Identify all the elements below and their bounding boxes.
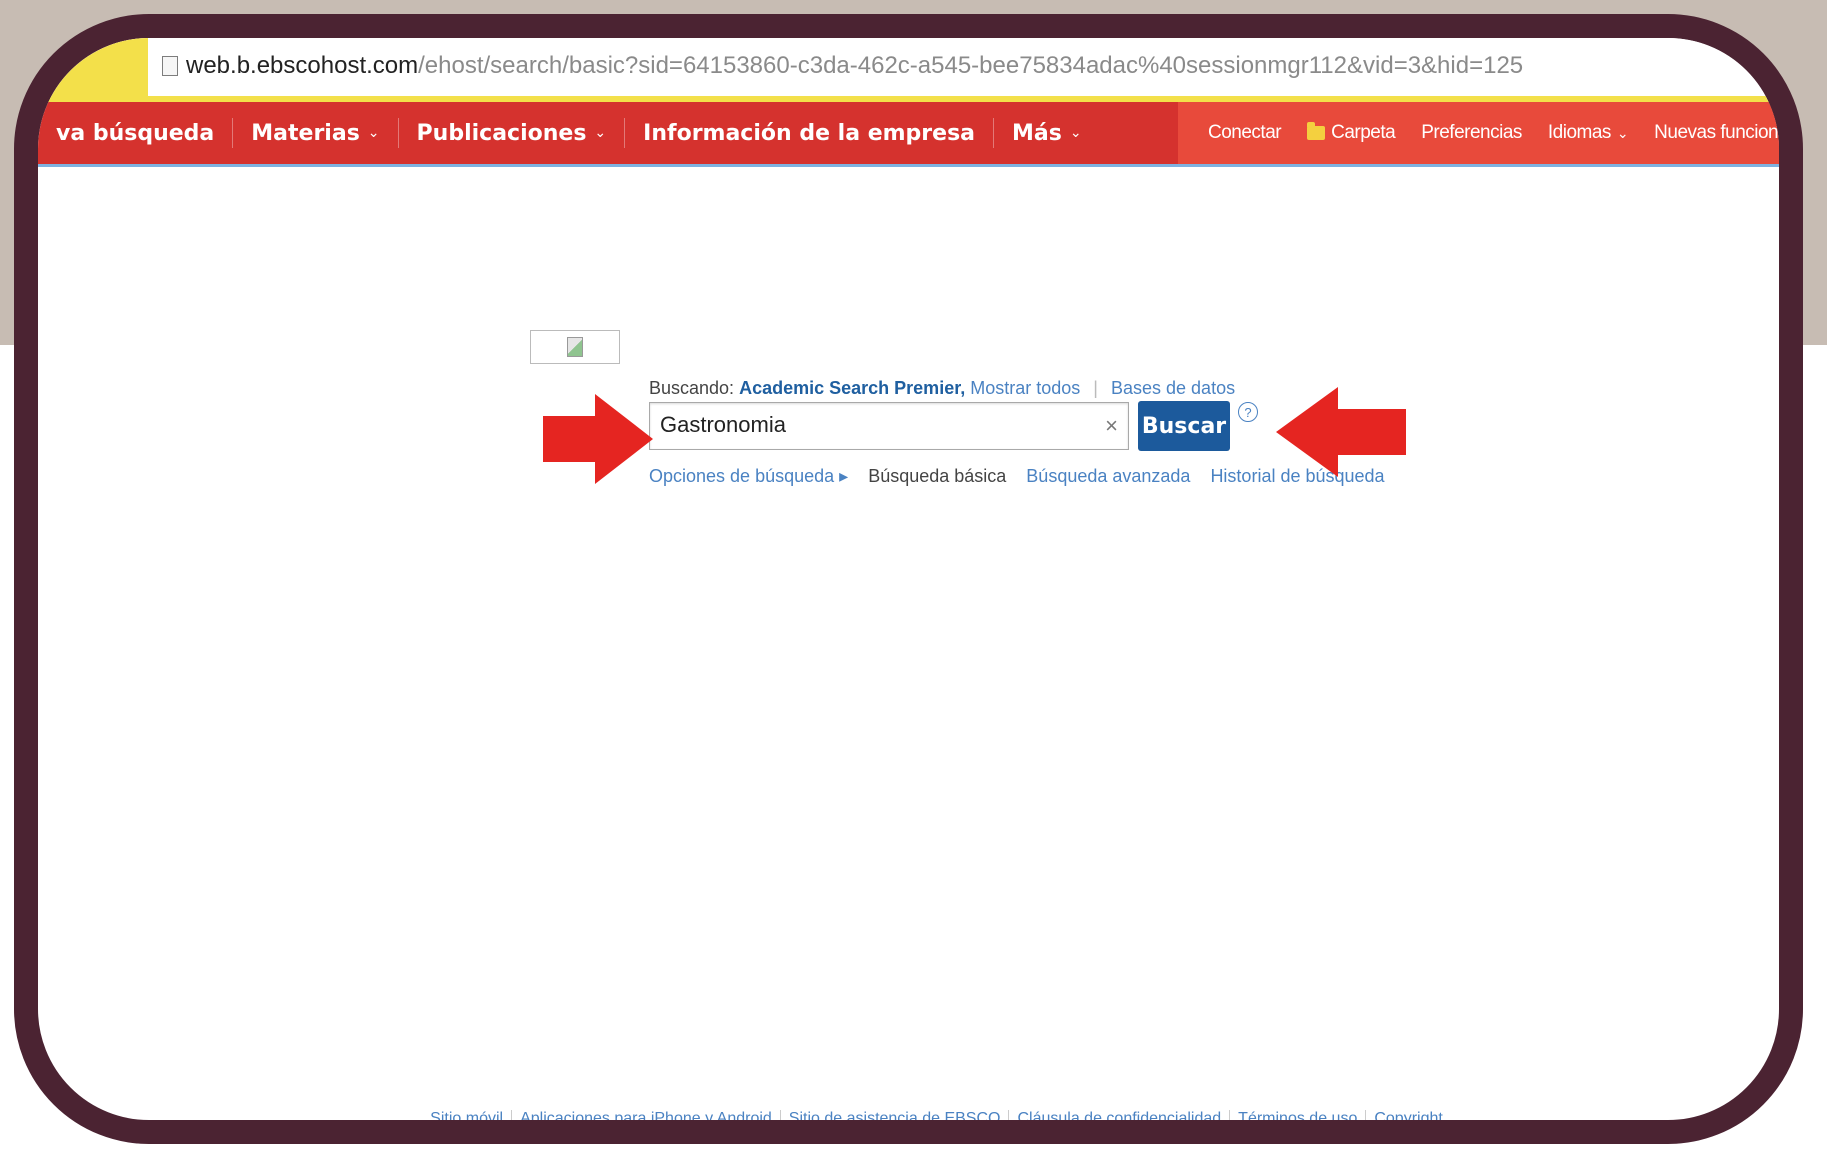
nav-materias[interactable]: Materias ⌄ xyxy=(233,118,399,148)
folder-icon xyxy=(1307,122,1326,140)
clear-icon[interactable]: × xyxy=(1105,413,1118,439)
url-path: /ehost/search/basic?sid=64153860-c3da-46… xyxy=(418,52,1524,79)
nuevas-funciones-link[interactable]: Nuevas funciones xyxy=(1654,122,1779,144)
nav-company-info-label: Información de la empresa xyxy=(643,120,976,146)
address-bar[interactable]: web.b.ebscohost.com/ehost/search/basic?s… xyxy=(38,38,1779,102)
idiomas-menu[interactable]: Idiomas ⌄ xyxy=(1547,122,1629,144)
search-button[interactable]: Buscar xyxy=(1138,401,1230,451)
red-arrow-left-icon xyxy=(1276,387,1406,477)
utility-nav: Conectar Carpeta Preferencias Idiomas ⌄ … xyxy=(1208,102,1779,164)
carpeta-link[interactable]: Carpeta xyxy=(1307,122,1396,144)
divider: | xyxy=(1093,378,1098,398)
nav-mas-label: Más xyxy=(1012,120,1062,146)
searching-line: Buscando: Academic Search Premier, Mostr… xyxy=(649,378,1235,399)
conectar-link[interactable]: Conectar xyxy=(1208,122,1282,144)
search-input[interactable] xyxy=(650,403,1090,447)
screenshot-frame: web.b.ebscohost.com/ehost/search/basic?s… xyxy=(14,14,1803,1144)
nav-new-search[interactable]: va búsqueda xyxy=(38,118,234,148)
footer-link-privacy[interactable]: Cláusula de confidencialidad xyxy=(1009,1110,1231,1120)
advanced-search-link[interactable]: Búsqueda avanzada xyxy=(1026,466,1190,487)
red-arrow-right-icon xyxy=(543,394,653,484)
nav-publicaciones[interactable]: Publicaciones ⌄ xyxy=(399,118,626,148)
databases-link[interactable]: Bases de datos xyxy=(1111,378,1235,398)
nav-mas[interactable]: Más ⌄ xyxy=(994,118,1100,148)
chevron-down-icon: ⌄ xyxy=(1616,124,1629,141)
footer-link-copyright[interactable]: Copyright xyxy=(1366,1110,1450,1120)
search-input-container: × xyxy=(649,402,1129,450)
footer-link-mobile[interactable]: Sitio móvil xyxy=(422,1110,513,1120)
footer-link-apps[interactable]: Aplicaciones para iPhone y Android xyxy=(512,1110,781,1120)
chevron-down-icon: ⌄ xyxy=(1069,125,1082,141)
preferencias-link[interactable]: Preferencias xyxy=(1421,122,1522,144)
searching-prefix: Buscando: xyxy=(649,378,735,398)
idiomas-label: Idiomas xyxy=(1547,122,1612,143)
search-options-link[interactable]: Opciones de búsqueda ▸ xyxy=(649,466,848,487)
chevron-down-icon: ⌄ xyxy=(367,125,380,141)
help-icon[interactable]: ? xyxy=(1238,402,1258,422)
nav-company-info[interactable]: Información de la empresa xyxy=(625,118,995,148)
footer-link-support[interactable]: Sitio de asistencia de EBSCO xyxy=(781,1110,1010,1120)
footer-link-terms[interactable]: Términos de uso xyxy=(1230,1110,1367,1120)
carpeta-label: Carpeta xyxy=(1331,122,1396,143)
nav-underline xyxy=(38,164,1779,167)
database-name: Academic Search Premier, xyxy=(739,378,966,398)
broken-image-icon xyxy=(530,330,620,364)
url-text[interactable]: web.b.ebscohost.com/ehost/search/basic?s… xyxy=(186,52,1523,80)
nav-materias-label: Materias xyxy=(251,120,360,146)
search-options-links: Opciones de búsqueda ▸ Búsqueda básica B… xyxy=(649,466,1385,487)
basic-search-link[interactable]: Búsqueda básica xyxy=(868,466,1006,487)
show-all-link[interactable]: Mostrar todos xyxy=(970,378,1080,398)
primary-nav: va búsqueda Materias ⌄ Publicaciones ⌄ I… xyxy=(38,102,1100,164)
address-bar-accent xyxy=(38,38,148,102)
chevron-down-icon: ⌄ xyxy=(594,125,607,141)
page-icon xyxy=(162,56,178,76)
nav-publicaciones-label: Publicaciones xyxy=(416,120,587,146)
nav-new-search-label: va búsqueda xyxy=(56,120,215,146)
url-host: web.b.ebscohost.com xyxy=(186,52,419,79)
footer-links: Sitio móvil Aplicaciones para iPhone y A… xyxy=(38,1110,1779,1120)
